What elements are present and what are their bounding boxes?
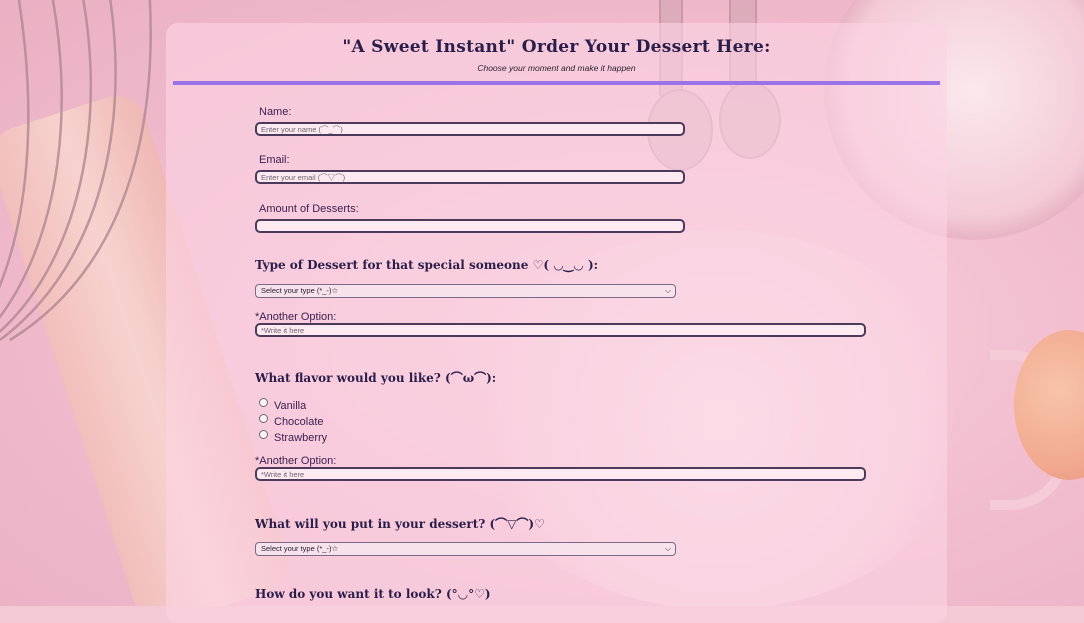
chevron-down-icon: ⌵ bbox=[664, 286, 671, 295]
radio-button[interactable] bbox=[259, 398, 268, 407]
flavor-other-input[interactable] bbox=[255, 467, 866, 481]
name-input[interactable] bbox=[255, 122, 685, 136]
title-divider bbox=[173, 81, 940, 85]
radio-label: Strawberry bbox=[274, 432, 328, 444]
flavor-other-label: *Another Option: bbox=[255, 455, 337, 467]
filling-select[interactable]: Select your type (*_-)☆ ⌵ bbox=[255, 542, 676, 556]
email-input[interactable] bbox=[255, 170, 685, 184]
flavor-option-strawberry[interactable]: Strawberry bbox=[259, 430, 328, 444]
dessert-type-question: Type of Dessert for that special someone… bbox=[255, 258, 599, 272]
radio-label: Chocolate bbox=[274, 416, 324, 428]
radio-button[interactable] bbox=[259, 414, 268, 423]
name-label: Name: bbox=[259, 106, 292, 118]
look-question: How do you want it to look? (°◡°♡) bbox=[255, 587, 491, 601]
dessert-type-select[interactable]: Select your type (*_-)☆ ⌵ bbox=[255, 284, 676, 298]
dessert-other-input[interactable] bbox=[255, 323, 866, 337]
dessert-type-selected-value: Select your type (*_-)☆ bbox=[261, 286, 339, 295]
flavor-option-vanilla[interactable]: Vanilla bbox=[259, 398, 307, 412]
radio-label: Vanilla bbox=[274, 400, 307, 412]
filling-selected-value: Select your type (*_-)☆ bbox=[261, 544, 339, 553]
email-label: Email: bbox=[259, 154, 290, 166]
radio-button[interactable] bbox=[259, 430, 268, 439]
flavor-question: What flavor would you like? (⌒ω⌒): bbox=[255, 371, 497, 385]
flavor-option-chocolate[interactable]: Chocolate bbox=[259, 414, 324, 428]
form-title: "A Sweet Instant" Order Your Dessert Her… bbox=[342, 37, 771, 57]
amount-label: Amount of Desserts: bbox=[259, 203, 359, 215]
chevron-down-icon: ⌵ bbox=[664, 544, 671, 553]
filling-question: What will you put in your dessert? (⌒▽⌒)… bbox=[255, 517, 545, 531]
order-form-card: "A Sweet Instant" Order Your Dessert Her… bbox=[166, 23, 947, 623]
form-subtitle: Choose your moment and make it happen bbox=[477, 63, 636, 73]
amount-input[interactable] bbox=[255, 219, 685, 233]
dessert-other-label: *Another Option: bbox=[255, 311, 337, 323]
